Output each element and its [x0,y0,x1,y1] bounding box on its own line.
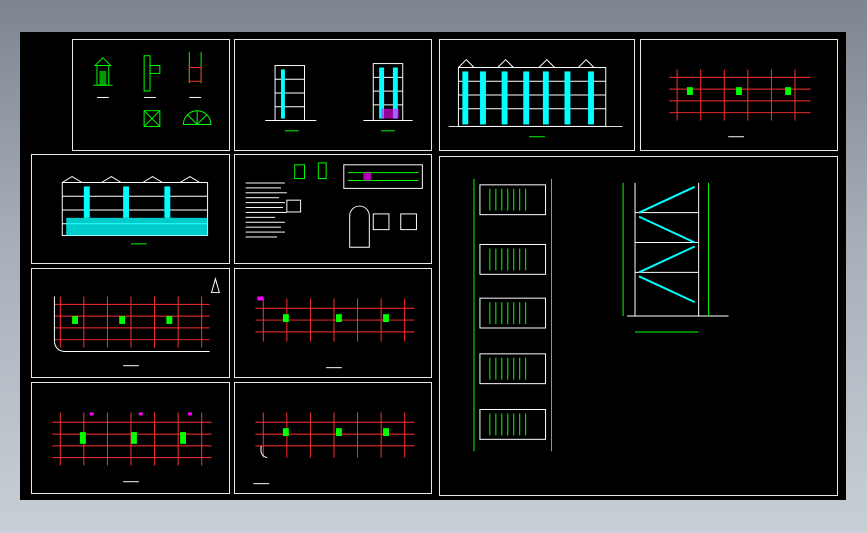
details-gatehouse-drawing [93,51,212,127]
sheet-plan-typical-b[interactable] [31,382,230,494]
plan-ground-drawing [53,277,221,367]
plan-typical-a-drawing [255,296,415,369]
cad-drawing-canvas[interactable] [20,32,846,500]
sheet-details-gatehouse[interactable] [72,39,230,151]
sheet-front-elevation[interactable] [439,39,635,151]
plan-roof-drawing [669,69,811,138]
sheet-side-elevations[interactable] [234,39,432,151]
front-elevation-drawing [448,58,623,138]
stair-details-drawing [473,178,729,452]
sheet-plan-typical-c[interactable] [234,382,432,494]
sheet-notes-details[interactable] [234,154,432,264]
sheet-plan-ground[interactable] [31,268,230,378]
plan-typical-c-drawing [253,412,415,485]
sheet-plan-typical-a[interactable] [234,268,432,378]
plan-typical-b-drawing [52,412,212,483]
sheet-plan-roof[interactable] [640,39,838,151]
rear-elevation-drawing [61,176,209,245]
sheet-stair-details[interactable] [439,156,838,496]
notes-details-drawing [245,162,423,248]
sheet-rear-elevation[interactable] [31,154,230,264]
side-elevations-drawing [265,63,413,132]
